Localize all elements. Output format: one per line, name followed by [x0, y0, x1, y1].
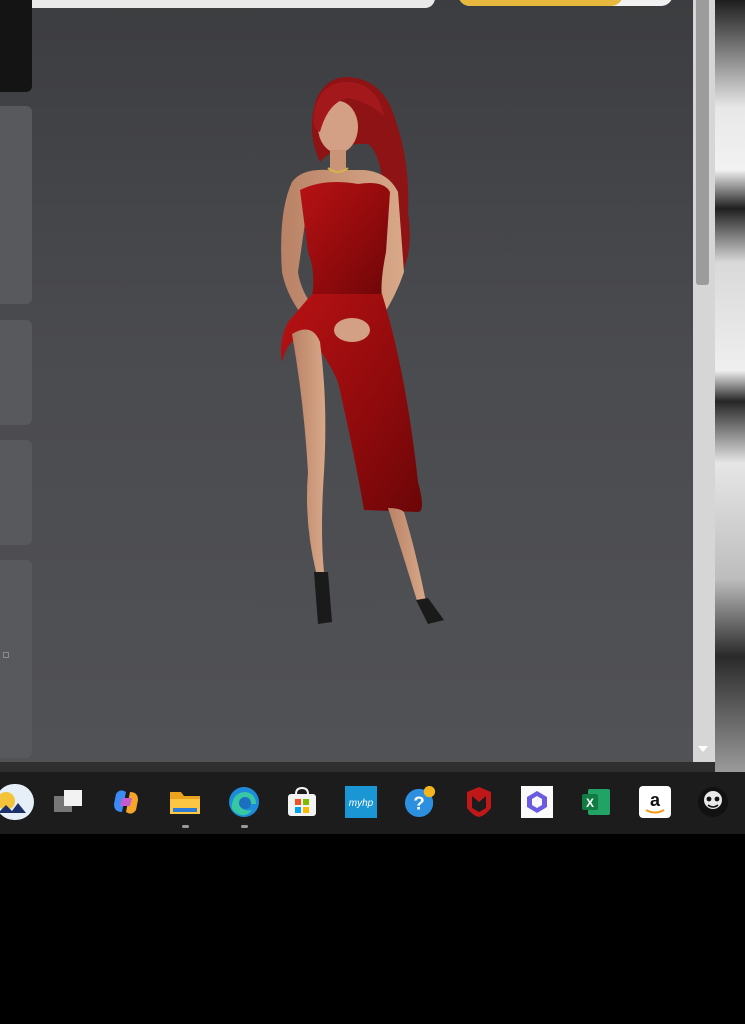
- side-panel-dark[interactable]: [0, 0, 32, 92]
- svg-text:myhp: myhp: [349, 798, 374, 809]
- search-input[interactable]: [0, 0, 435, 8]
- scrollbar-thumb[interactable]: [696, 0, 709, 285]
- excel-icon[interactable]: X: [580, 786, 612, 818]
- amazon-icon[interactable]: a: [639, 786, 671, 818]
- imvu-icon[interactable]: [697, 786, 729, 818]
- avatar-figure: [268, 72, 468, 637]
- side-panel-card-2[interactable]: [0, 320, 32, 425]
- svg-text:a: a: [650, 790, 661, 810]
- mcafee-icon[interactable]: [463, 786, 495, 818]
- window-bottom-edge: [0, 762, 715, 772]
- primary-button[interactable]: [458, 0, 673, 6]
- help-icon[interactable]: ?: [404, 786, 436, 818]
- running-indicator: [241, 825, 248, 828]
- microsoft-store-icon[interactable]: [286, 786, 318, 818]
- desktop-wallpaper: [715, 0, 745, 772]
- task-view-icon[interactable]: [52, 786, 84, 818]
- svg-text:X: X: [586, 796, 594, 810]
- side-panel-card-4[interactable]: [0, 560, 32, 758]
- svg-text:?: ?: [413, 793, 425, 814]
- file-explorer-icon[interactable]: [169, 786, 201, 818]
- side-panel-card-1[interactable]: [0, 106, 32, 304]
- avatar-figure-icon: [280, 76, 444, 624]
- app-window: [0, 0, 715, 762]
- side-panel-card-3[interactable]: [0, 440, 32, 545]
- scroll-down-arrow-icon[interactable]: [697, 744, 709, 754]
- running-indicator: [182, 825, 189, 828]
- primary-button-accent: [458, 0, 623, 6]
- microsoft-365-icon[interactable]: [521, 786, 553, 818]
- myhp-icon[interactable]: myhp: [345, 786, 377, 818]
- copilot-icon[interactable]: [110, 786, 142, 818]
- small-handle-icon: [3, 652, 9, 658]
- weather-widget-icon[interactable]: [0, 784, 34, 820]
- edge-browser-icon[interactable]: [228, 786, 260, 818]
